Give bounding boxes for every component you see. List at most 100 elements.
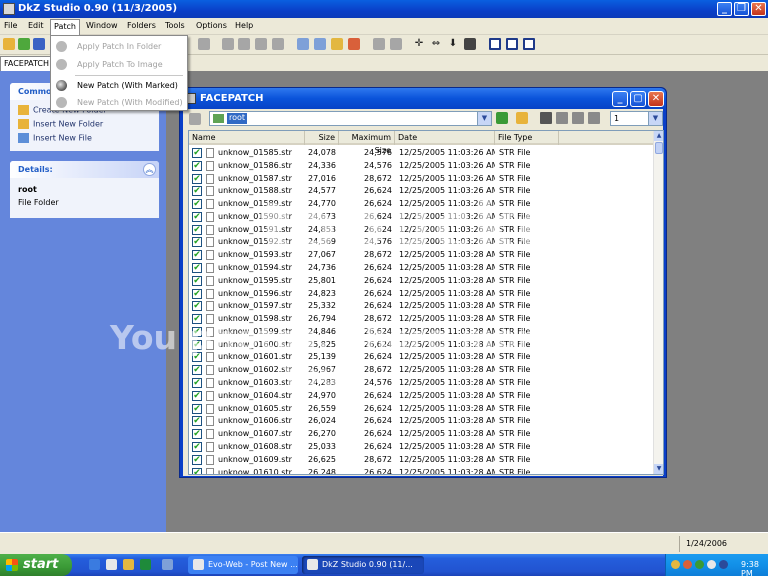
menu-patch[interactable]: Patch xyxy=(50,19,80,35)
table-row[interactable]: ✔ unknow_01587.str 27,016 28,672 12/25/2005 … xyxy=(189,173,655,186)
menu-edit[interactable]: Edit xyxy=(28,21,44,30)
row-checkbox[interactable]: ✔ xyxy=(192,429,202,440)
table-row[interactable]: ✔ unknow_01598.str 26,794 28,672 12/25/2005 … xyxy=(189,313,655,326)
column-header-file-type[interactable]: File Type xyxy=(495,131,559,145)
table-row[interactable]: ✔ unknow_01605.str 26,559 26,624 12/25/2005 … xyxy=(189,403,655,416)
details-view-icon[interactable] xyxy=(588,112,600,124)
row-checkbox[interactable]: ✔ xyxy=(192,301,202,312)
tray-icon[interactable] xyxy=(683,560,692,569)
table-row[interactable]: ✔ unknow_01596.str 24,823 26,624 12/25/2005 … xyxy=(189,288,655,301)
tool-icon[interactable] xyxy=(222,38,234,50)
table-row[interactable]: ✔ unknow_01608.str 25,033 26,624 12/25/2005 … xyxy=(189,441,655,454)
row-checkbox[interactable]: ✔ xyxy=(192,263,202,274)
table-row[interactable]: ✔ unknow_01604.str 24,970 26,624 12/25/2005 … xyxy=(189,390,655,403)
list-view-icon[interactable] xyxy=(572,112,584,124)
go-icon[interactable] xyxy=(496,112,508,124)
column-header-size[interactable]: Size xyxy=(305,131,339,145)
app-title-bar[interactable]: DkZ Studio 0.90 (11/3/2005) _ ❐ ✕ xyxy=(0,0,768,18)
resize-horizontal-icon[interactable]: ⇔ xyxy=(430,38,442,50)
row-checkbox[interactable]: ✔ xyxy=(192,326,202,337)
ie-icon[interactable] xyxy=(89,559,100,570)
tray-icon[interactable] xyxy=(719,560,728,569)
tool-icon[interactable] xyxy=(238,38,250,50)
minimize-button[interactable]: _ xyxy=(717,2,732,16)
row-checkbox[interactable]: ✔ xyxy=(192,339,202,350)
row-checkbox[interactable]: ✔ xyxy=(192,186,202,197)
start-button[interactable]: start xyxy=(0,554,72,576)
row-checkbox[interactable]: ✔ xyxy=(192,467,202,474)
row-checkbox[interactable]: ✔ xyxy=(192,390,202,401)
move-icon[interactable]: ✛ xyxy=(413,38,425,50)
row-checkbox[interactable]: ✔ xyxy=(192,224,202,235)
save-icon[interactable] xyxy=(33,38,45,50)
table-row[interactable]: ✔ unknow_01599.str 24,846 26,624 12/25/2005 … xyxy=(189,326,655,339)
table-row[interactable]: ✔ unknow_01589.str 24,770 26,624 12/25/2005 … xyxy=(189,198,655,211)
explorer-icon[interactable] xyxy=(106,559,117,570)
tab-facepatch[interactable]: FACEPATCH xyxy=(0,56,54,71)
edit-icon[interactable] xyxy=(331,38,343,50)
collapse-chevron-icon[interactable]: ︽ xyxy=(143,163,156,176)
row-checkbox[interactable]: ✔ xyxy=(192,454,202,465)
table-row[interactable]: ✔ unknow_01597.str 25,332 26,624 12/25/2005 … xyxy=(189,300,655,313)
up-folder-icon[interactable] xyxy=(189,113,201,125)
table-row[interactable]: ✔ unknow_01606.str 26,024 26,624 12/25/2005 … xyxy=(189,415,655,428)
menu-item-apply-patch-to-image[interactable]: Apply Patch To Image xyxy=(51,56,187,74)
tool-icon[interactable] xyxy=(390,38,402,50)
cascade-icon[interactable] xyxy=(523,38,535,50)
scroll-up-icon[interactable]: ▲ xyxy=(654,131,663,141)
scroll-thumb[interactable] xyxy=(655,142,663,154)
view-icon[interactable] xyxy=(540,112,552,124)
table-row[interactable]: ✔ unknow_01600.str 25,825 26,624 12/25/2005 … xyxy=(189,339,655,352)
task-evo-web[interactable]: Evo-Web - Post New ... xyxy=(188,556,298,574)
table-row[interactable]: ✔ unknow_01609.str 26,625 28,672 12/25/2005 … xyxy=(189,454,655,467)
task-insert-new-file[interactable]: Insert New File xyxy=(18,133,92,145)
row-checkbox[interactable]: ✔ xyxy=(192,441,202,452)
task-insert-new-folder[interactable]: Insert New Folder xyxy=(18,119,103,131)
scroll-down-icon[interactable]: ▼ xyxy=(654,464,663,474)
media-icon[interactable] xyxy=(123,559,134,570)
row-checkbox[interactable]: ✔ xyxy=(192,250,202,261)
row-checkbox[interactable]: ✔ xyxy=(192,365,202,376)
menu-window[interactable]: Window xyxy=(86,21,118,30)
row-checkbox[interactable]: ✔ xyxy=(192,403,202,414)
menu-file[interactable]: File xyxy=(4,21,17,30)
count-combo[interactable]: 1 ▼ xyxy=(610,111,663,126)
tool-icon[interactable] xyxy=(255,38,267,50)
row-checkbox[interactable]: ✔ xyxy=(192,173,202,184)
table-row[interactable]: ✔ unknow_01586.str 24,336 24,576 12/25/2005 … xyxy=(189,160,655,173)
crc-icon[interactable] xyxy=(464,38,476,50)
row-checkbox[interactable]: ✔ xyxy=(192,314,202,325)
child-maximize-button[interactable]: ▢ xyxy=(630,91,646,107)
open-icon[interactable] xyxy=(3,38,15,50)
row-checkbox[interactable]: ✔ xyxy=(192,288,202,299)
row-checkbox[interactable]: ✔ xyxy=(192,275,202,286)
tool-icon[interactable] xyxy=(373,38,385,50)
row-checkbox[interactable]: ✔ xyxy=(192,211,202,222)
tile-horizontal-icon[interactable] xyxy=(506,38,518,50)
child-close-button[interactable]: ✕ xyxy=(648,91,664,107)
menu-folders[interactable]: Folders xyxy=(127,21,156,30)
maximize-button[interactable]: ❐ xyxy=(734,2,749,16)
chevron-down-icon[interactable]: ▼ xyxy=(477,112,491,125)
table-row[interactable]: ✔ unknow_01594.str 24,736 26,624 12/25/2005 … xyxy=(189,262,655,275)
task-dkz-studio[interactable]: DkZ Studio 0.90 (11/... xyxy=(302,556,424,574)
tool-icon[interactable] xyxy=(198,38,210,50)
table-row[interactable]: ✔ unknow_01601.str 25,139 26,624 12/25/2005 … xyxy=(189,351,655,364)
table-row[interactable]: ✔ unknow_01588.str 24,577 26,624 12/25/2005 … xyxy=(189,185,655,198)
table-row[interactable]: ✔ unknow_01607.str 26,270 26,624 12/25/2005 … xyxy=(189,428,655,441)
table-row[interactable]: ✔ unknow_01590.str 24,673 26,624 12/25/2005 … xyxy=(189,211,655,224)
column-header-max-size[interactable]: Maximum Size xyxy=(339,131,395,155)
table-row[interactable]: ✔ unknow_01585.str 24,078 24,576 12/25/2005 … xyxy=(189,147,655,160)
child-minimize-button[interactable]: _ xyxy=(612,91,628,107)
menu-item-new-patch-with-modified[interactable]: New Patch (With Modified) xyxy=(51,94,187,112)
table-row[interactable]: ✔ unknow_01602.str 26,967 28,672 12/25/2005 … xyxy=(189,364,655,377)
row-checkbox[interactable]: ✔ xyxy=(192,160,202,171)
facepatch-title-bar[interactable]: FACEPATCH _ ▢ ✕ xyxy=(180,88,666,109)
close-button[interactable]: ✕ xyxy=(751,2,766,16)
menu-options[interactable]: Options xyxy=(196,21,227,30)
menu-item-apply-patch-in-folder[interactable]: Apply Patch In Folder xyxy=(51,38,187,56)
tray-icon[interactable] xyxy=(671,560,680,569)
sort-icon[interactable] xyxy=(556,112,568,124)
chevron-down-icon[interactable]: ▼ xyxy=(648,112,662,125)
tile-vertical-icon[interactable] xyxy=(489,38,501,50)
